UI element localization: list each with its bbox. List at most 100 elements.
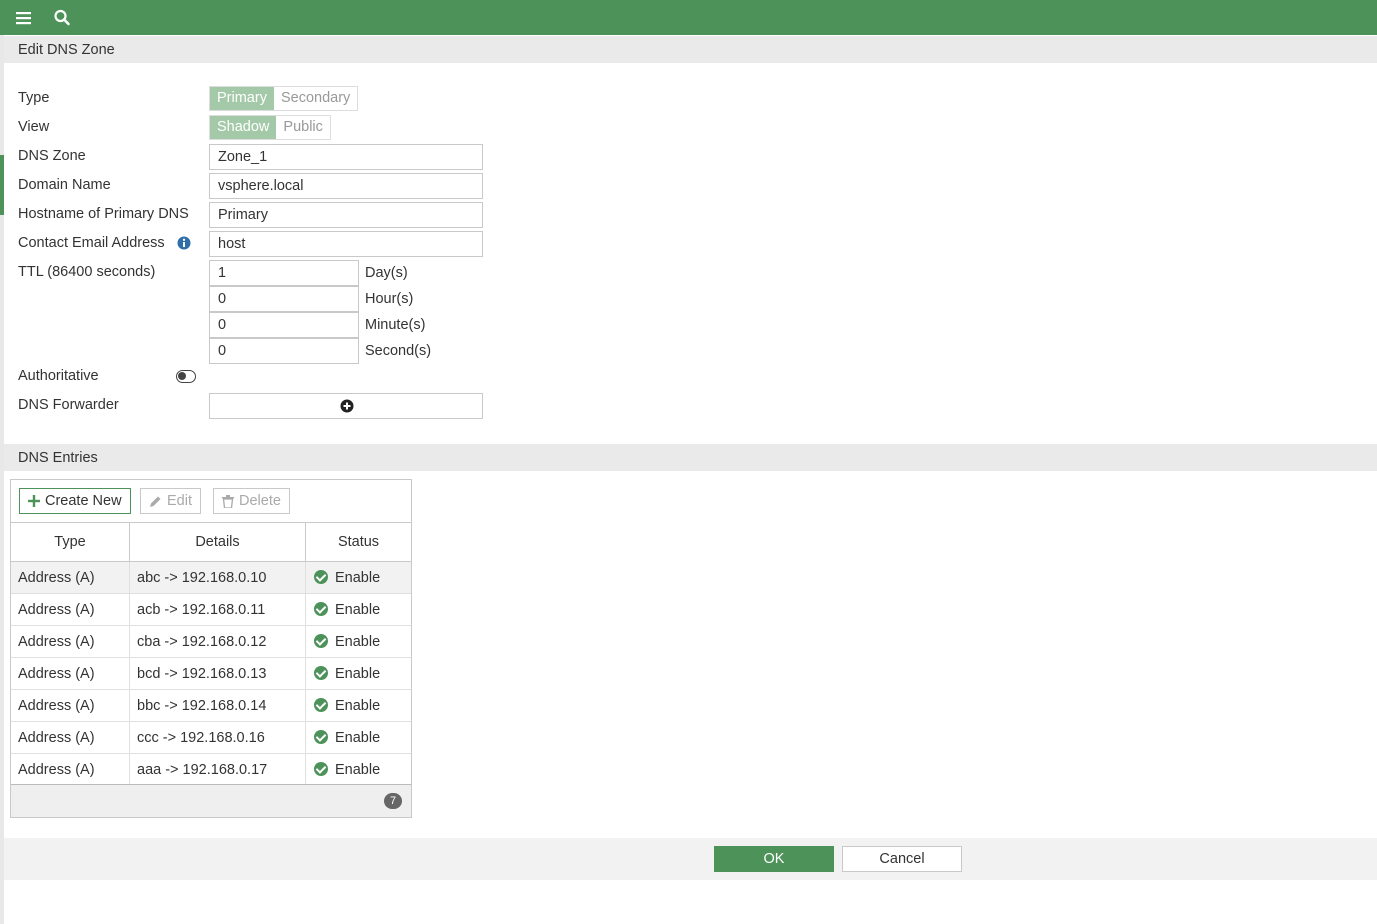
authoritative-toggle[interactable] (176, 370, 196, 383)
column-header-status[interactable]: Status (305, 522, 411, 562)
view-option-shadow[interactable]: Shadow (210, 116, 277, 139)
status-text: Enable (335, 665, 381, 682)
search-icon[interactable] (52, 8, 72, 28)
table-row[interactable]: Address (A) bcd -> 192.168.0.13 Enable (11, 657, 411, 690)
ttl-minutes-input[interactable]: 0 (209, 312, 359, 338)
cell-status: Enable (305, 561, 411, 594)
cell-status: Enable (305, 753, 411, 786)
check-circle-icon (314, 665, 328, 680)
delete-button[interactable]: Delete (213, 488, 290, 514)
cell-status: Enable (305, 657, 411, 690)
footer-bar (4, 838, 1377, 880)
status-text: Enable (335, 761, 381, 778)
add-circle-icon[interactable] (340, 399, 354, 413)
cell-details: bbc -> 192.168.0.14 (129, 689, 306, 722)
page-title: Edit DNS Zone (4, 36, 1377, 63)
cell-details: bcd -> 192.168.0.13 (129, 657, 306, 690)
ttl-minutes-unit: Minute(s) (365, 317, 426, 333)
check-circle-icon (314, 697, 328, 712)
row-count-badge: 7 (384, 793, 402, 809)
type-option-primary[interactable]: Primary (210, 87, 274, 110)
dns-zone-label: DNS Zone (18, 148, 86, 164)
domain-name-label: Domain Name (18, 177, 111, 193)
info-icon[interactable] (177, 236, 191, 250)
ttl-hours-input[interactable]: 0 (209, 286, 359, 312)
status-text: Enable (335, 697, 381, 714)
column-header-details[interactable]: Details (129, 522, 306, 562)
table-row[interactable]: Address (A) acb -> 192.168.0.11 Enable (11, 593, 411, 626)
table-row[interactable]: Address (A) ccc -> 192.168.0.16 Enable (11, 721, 411, 754)
ttl-days-unit: Day(s) (365, 265, 408, 281)
left-strip-marker (0, 155, 4, 215)
cell-details: ccc -> 192.168.0.16 (129, 721, 306, 754)
entries-grid: Type Details Status Address (A) abc -> 1… (11, 522, 411, 786)
check-circle-icon (314, 569, 328, 584)
top-bar (0, 0, 1377, 35)
ttl-seconds-unit: Second(s) (365, 343, 432, 359)
cell-status: Enable (305, 625, 411, 658)
status-text: Enable (335, 633, 381, 650)
trash-icon (222, 494, 234, 508)
dns-forwarder-field[interactable] (209, 393, 483, 419)
contact-email-label: Contact Email Address (18, 235, 165, 251)
delete-label: Delete (239, 493, 281, 509)
type-option-secondary[interactable]: Secondary (273, 87, 358, 110)
status-text: Enable (335, 729, 381, 746)
table-row[interactable]: Address (A) abc -> 192.168.0.10 Enable (11, 561, 411, 594)
cell-details: cba -> 192.168.0.12 (129, 625, 306, 658)
ok-button[interactable]: OK (714, 846, 834, 872)
view-segmented-control: Shadow Public (209, 115, 331, 140)
table-row[interactable]: Address (A) aaa -> 192.168.0.17 Enable (11, 753, 411, 786)
authoritative-label: Authoritative (18, 368, 99, 384)
create-new-label: Create New (45, 493, 122, 509)
check-circle-icon (314, 601, 328, 616)
cell-type: Address (A) (11, 689, 130, 722)
cell-details: aaa -> 192.168.0.17 (129, 753, 306, 786)
cell-type: Address (A) (11, 593, 130, 626)
dns-entries-table: Create New Edit Delete Type Details Stat… (10, 479, 412, 818)
status-text: Enable (335, 601, 381, 618)
contact-email-input[interactable]: host (209, 231, 483, 257)
status-text: Enable (335, 569, 381, 586)
cancel-button[interactable]: Cancel (842, 846, 962, 872)
view-option-public[interactable]: Public (276, 116, 330, 139)
type-segmented-control: Primary Secondary (209, 86, 359, 111)
table-row[interactable]: Address (A) cba -> 192.168.0.12 Enable (11, 625, 411, 658)
cell-details: abc -> 192.168.0.10 (129, 561, 306, 594)
ttl-days-input[interactable]: 1 (209, 260, 359, 286)
menu-icon[interactable] (14, 8, 34, 28)
cell-type: Address (A) (11, 625, 130, 658)
ttl-label: TTL (86400 seconds) (18, 264, 156, 280)
dns-forwarder-label: DNS Forwarder (18, 397, 119, 413)
table-row[interactable]: Address (A) bbc -> 192.168.0.14 Enable (11, 689, 411, 722)
cell-status: Enable (305, 689, 411, 722)
ttl-seconds-input[interactable]: 0 (209, 338, 359, 364)
cell-type: Address (A) (11, 721, 130, 754)
dns-entries-header: DNS Entries (4, 444, 1377, 471)
pencil-icon (150, 496, 161, 507)
column-header-type[interactable]: Type (11, 522, 130, 562)
cell-type: Address (A) (11, 561, 130, 594)
cell-details: acb -> 192.168.0.11 (129, 593, 306, 626)
edit-button[interactable]: Edit (140, 488, 201, 514)
toggle-knob (178, 372, 186, 380)
cell-type: Address (A) (11, 657, 130, 690)
check-circle-icon (314, 761, 328, 776)
domain-name-input[interactable]: vsphere.local (209, 173, 483, 199)
dns-zone-input[interactable]: Zone_1 (209, 144, 483, 170)
primary-dns-input[interactable]: Primary (209, 202, 483, 228)
view-label: View (18, 119, 50, 135)
type-label: Type (18, 90, 50, 106)
cell-type: Address (A) (11, 753, 130, 786)
check-circle-icon (314, 633, 328, 648)
left-strip (0, 35, 4, 924)
primary-dns-label: Hostname of Primary DNS (18, 206, 189, 222)
plus-icon (28, 495, 40, 507)
cell-status: Enable (305, 593, 411, 626)
cell-status: Enable (305, 721, 411, 754)
check-circle-icon (314, 729, 328, 744)
edit-label: Edit (167, 493, 192, 509)
create-new-button[interactable]: Create New (19, 488, 131, 514)
ttl-hours-unit: Hour(s) (365, 291, 414, 307)
table-footer: 7 (11, 784, 411, 817)
